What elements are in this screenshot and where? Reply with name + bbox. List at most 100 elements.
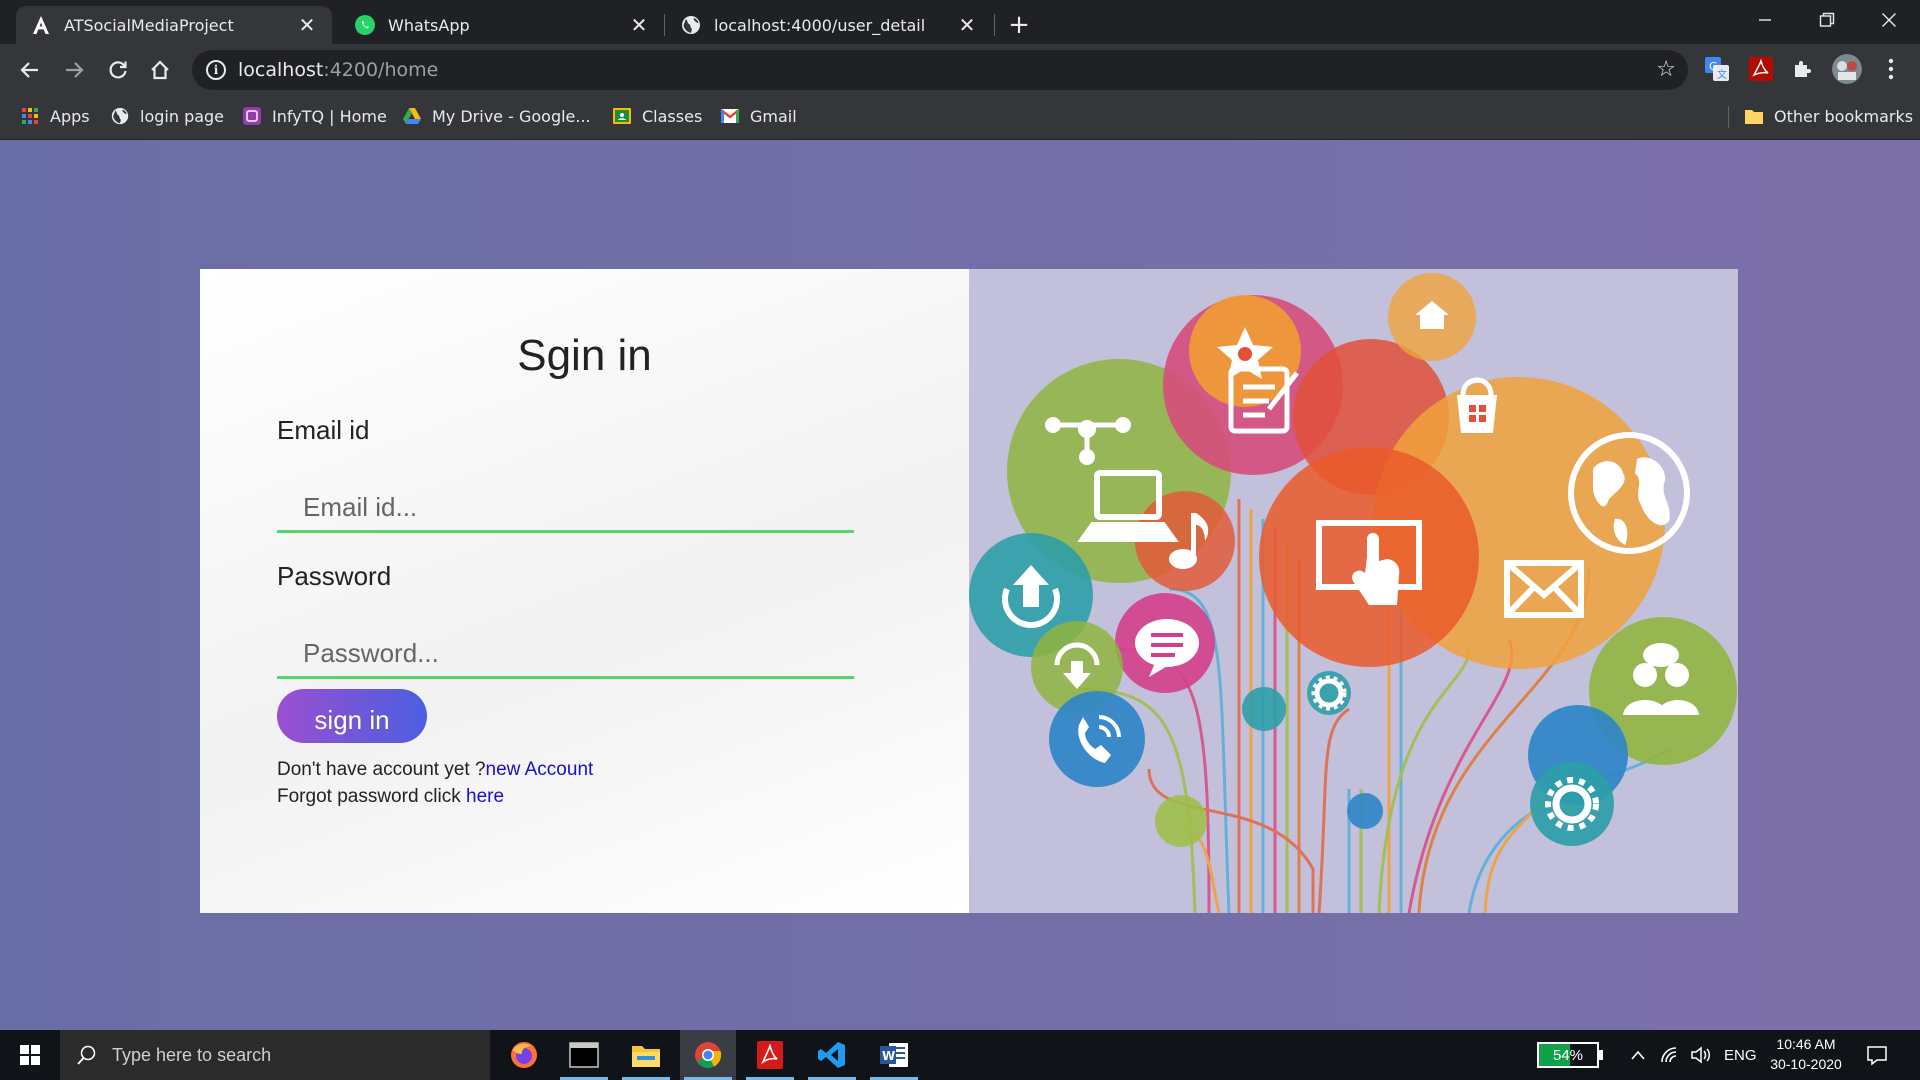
file-explorer-app[interactable]	[618, 1030, 674, 1080]
notifications-button[interactable]	[1866, 1030, 1888, 1080]
bookmark-label: login page	[140, 106, 225, 126]
volume-icon[interactable]	[1690, 1030, 1712, 1080]
folder-icon	[1744, 106, 1764, 126]
google-translate-icon[interactable]: G文	[1702, 54, 1732, 84]
close-icon[interactable]: ✕	[956, 13, 978, 37]
bookmarks-bar: Apps login page InfyTQ | Home My Drive -…	[0, 96, 1920, 140]
acrobat-extension-icon[interactable]	[1746, 54, 1776, 84]
password-field[interactable]	[277, 631, 854, 679]
globe-icon	[110, 106, 130, 126]
bookmark-star-icon[interactable]: ☆	[1656, 57, 1676, 82]
clock-time: 10:46 AM	[1776, 1036, 1836, 1052]
forgot-label: Forgot password click	[277, 786, 467, 807]
acrobat-app[interactable]	[742, 1030, 798, 1080]
system-clock[interactable]: 10:46 AM 30-10-2020	[1764, 1034, 1848, 1074]
terminal-icon	[569, 1042, 599, 1068]
new-tab-button[interactable]: +	[1004, 10, 1034, 40]
angular-icon	[30, 14, 52, 36]
firefox-app[interactable]	[496, 1030, 552, 1080]
chevron-up-icon	[1631, 1050, 1645, 1060]
word-app[interactable]: W	[866, 1030, 922, 1080]
close-window-button[interactable]	[1859, 0, 1919, 40]
word-icon: W	[880, 1043, 908, 1067]
tab-user-detail[interactable]: localhost:4000/user_detail ✕	[666, 6, 992, 44]
speaker-icon	[1691, 1046, 1710, 1064]
new-account-link[interactable]: new Account	[486, 759, 594, 780]
reload-button[interactable]	[100, 52, 136, 88]
search-placeholder: Type here to search	[112, 1044, 272, 1065]
bookmark-other[interactable]: Other bookmarks	[1744, 96, 1913, 136]
password-label: Password	[277, 561, 392, 591]
classroom-icon	[612, 106, 632, 126]
email-label: Email id	[277, 415, 370, 445]
forgot-password-text: Forgot password click here	[277, 786, 504, 808]
vscode-icon	[818, 1042, 845, 1068]
bookmark-my-drive[interactable]: My Drive - Google...	[402, 96, 591, 136]
bookmark-label: Classes	[642, 106, 703, 126]
chrome-menu-icon[interactable]	[1876, 54, 1906, 84]
close-icon[interactable]: ✕	[628, 13, 650, 37]
page-viewport: Sgin in Email id Password sign in Don't …	[0, 140, 1920, 1030]
home-button[interactable]	[142, 52, 178, 88]
folder-icon	[632, 1046, 660, 1067]
tab-strip: ATSocialMediaProject ✕ WhatsApp ✕ localh…	[0, 0, 1920, 44]
restore-button[interactable]	[1797, 0, 1857, 40]
bookmark-label: Gmail	[750, 106, 797, 126]
bookmark-label: Other bookmarks	[1774, 106, 1914, 126]
illustration-svg	[969, 273, 1737, 913]
signin-card: Sgin in Email id Password sign in Don't …	[200, 269, 1738, 913]
email-field[interactable]	[277, 485, 854, 533]
tab-divider	[994, 14, 995, 36]
url-path: :4200/home	[323, 59, 439, 81]
windows-logo-icon	[20, 1045, 40, 1065]
profile-avatar[interactable]	[1832, 54, 1862, 84]
signin-form: Sgin in Email id Password sign in Don't …	[200, 269, 969, 913]
bookmark-label: Apps	[50, 106, 90, 126]
address-bar[interactable]: i localhost:4200/home ☆	[192, 50, 1688, 90]
tab-divider	[664, 14, 665, 36]
vscode-app[interactable]	[804, 1030, 860, 1080]
bookmark-label: My Drive - Google...	[432, 106, 591, 126]
clock-date: 30-10-2020	[1770, 1056, 1842, 1072]
chrome-icon	[695, 1042, 722, 1068]
chrome-app[interactable]	[680, 1030, 736, 1080]
bookmark-label: InfyTQ | Home	[272, 106, 387, 126]
show-hidden-icons[interactable]	[1630, 1030, 1646, 1080]
taskbar-search[interactable]: Type here to search	[60, 1030, 490, 1080]
terminal-app[interactable]	[556, 1030, 612, 1080]
bookmark-apps[interactable]: Apps	[20, 96, 90, 136]
input-language[interactable]: ENG	[1724, 1030, 1757, 1080]
bookmark-login-page[interactable]: login page	[110, 96, 224, 136]
tab-atsocialmediaproject[interactable]: ATSocialMediaProject ✕	[16, 6, 332, 44]
bookmarks-divider	[1728, 106, 1729, 128]
forgot-password-link[interactable]: here	[466, 786, 504, 807]
social-media-illustration	[969, 269, 1738, 913]
forward-button[interactable]	[56, 52, 92, 88]
no-account-label: Don't have account yet ?	[277, 759, 486, 780]
infytq-icon	[242, 106, 262, 126]
windows-taskbar: Type here to search W 54% ENG 10:46 AM 3…	[0, 1030, 1920, 1080]
tab-whatsapp[interactable]: WhatsApp ✕	[340, 6, 664, 44]
back-button[interactable]	[12, 52, 48, 88]
svg-text:W: W	[882, 1049, 895, 1063]
acrobat-icon	[757, 1041, 783, 1069]
battery-indicator[interactable]: 54%	[1537, 1042, 1599, 1068]
info-icon[interactable]: i	[206, 60, 226, 80]
wifi-icon	[1661, 1047, 1677, 1063]
start-button[interactable]	[0, 1030, 60, 1080]
tab-title: localhost:4000/user_detail	[714, 15, 926, 35]
whatsapp-icon	[354, 14, 376, 36]
battery-percent: 54%	[1552, 1046, 1584, 1064]
extensions-puzzle-icon[interactable]	[1788, 54, 1818, 84]
browser-toolbar: i localhost:4200/home ☆ G文	[0, 44, 1920, 96]
close-icon[interactable]: ✕	[296, 13, 318, 37]
bookmark-infytq[interactable]: InfyTQ | Home	[242, 96, 387, 136]
bookmark-classes[interactable]: Classes	[612, 96, 702, 136]
tab-title: WhatsApp	[388, 15, 470, 35]
signin-button[interactable]: sign in	[277, 689, 427, 743]
bookmark-gmail[interactable]: Gmail	[720, 96, 797, 136]
minimize-button[interactable]	[1735, 0, 1795, 40]
network-icon[interactable]	[1660, 1030, 1680, 1080]
firefox-icon	[511, 1042, 537, 1068]
svg-text:文: 文	[1717, 68, 1727, 81]
